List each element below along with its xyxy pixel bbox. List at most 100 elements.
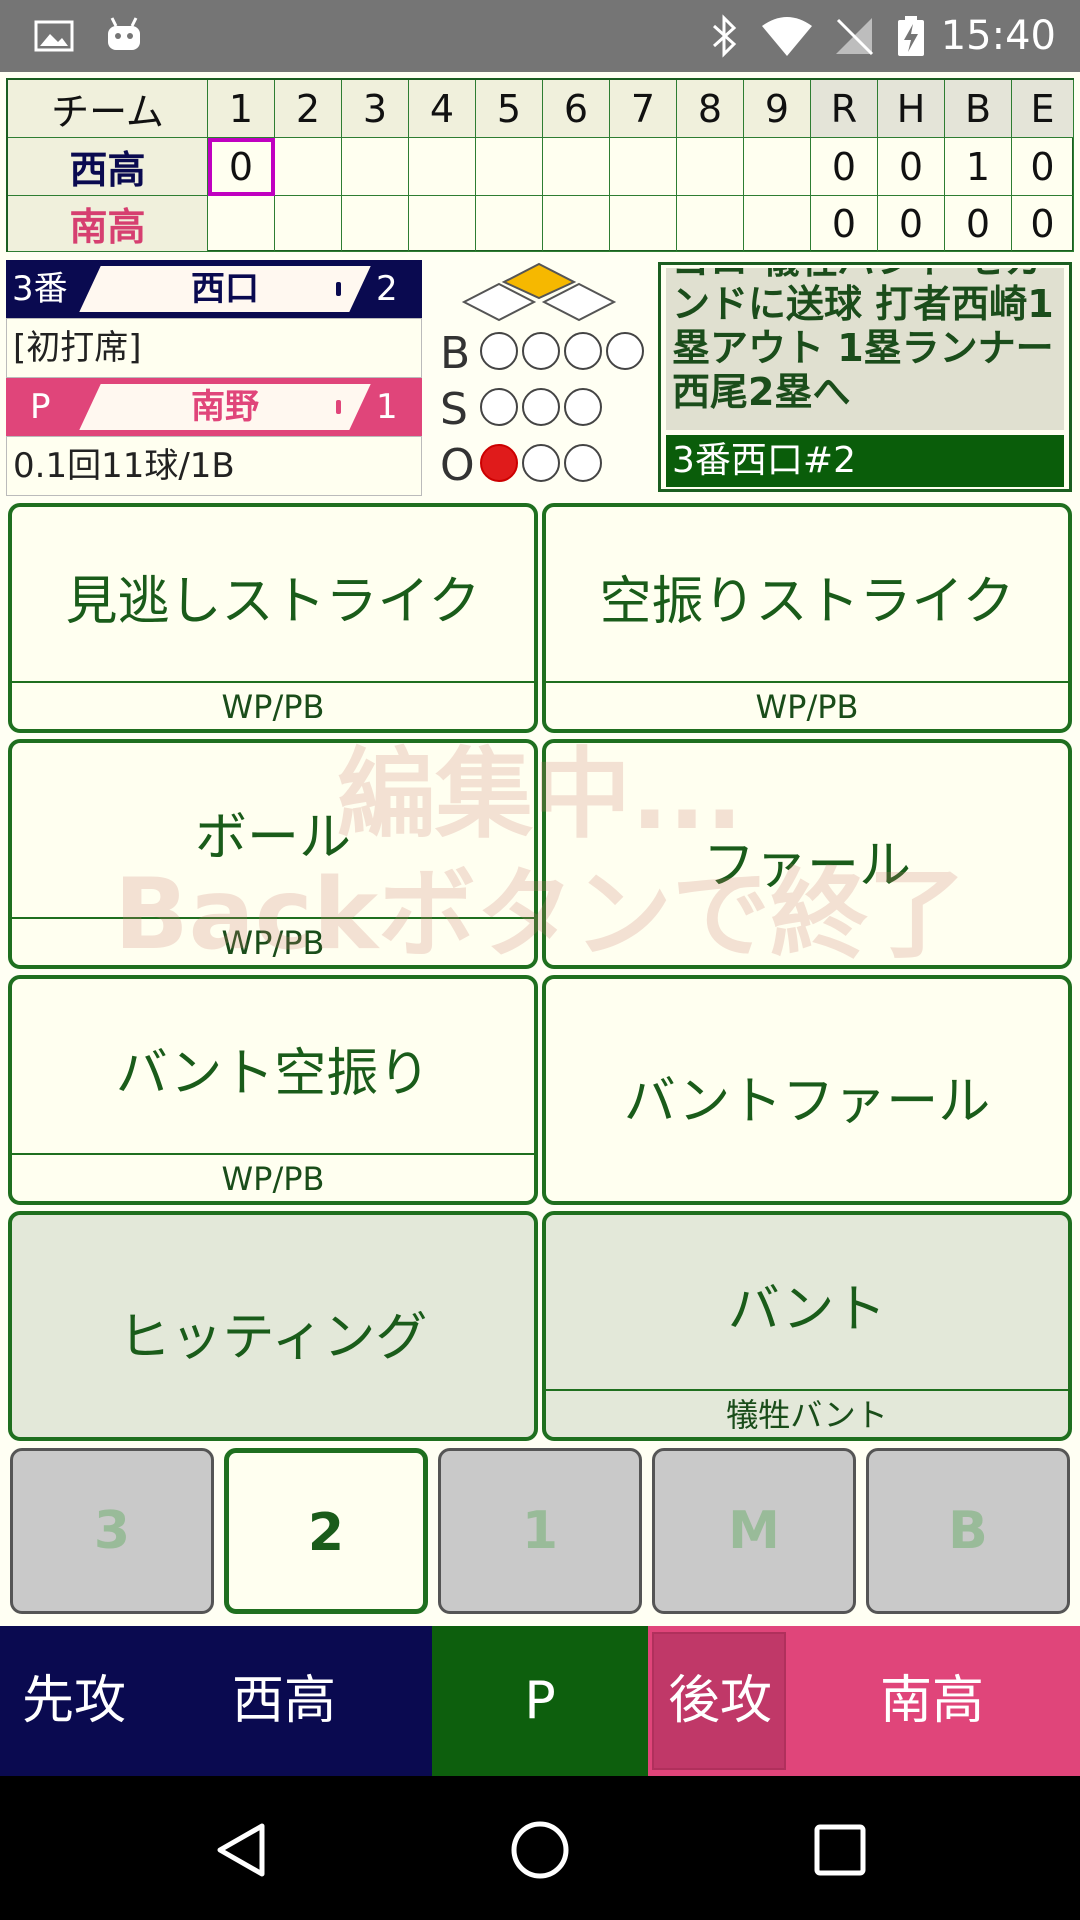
clock: 15:40 [940,13,1056,59]
order-tab-2[interactable]: 2 [224,1448,428,1614]
second-attack-label: 後攻 [668,1671,773,1731]
inning-score[interactable] [677,196,744,252]
ball-indicator[interactable] [522,332,560,370]
inning-score[interactable] [610,138,677,196]
total-score: 0 [878,196,945,252]
strike-indicator[interactable] [522,388,560,426]
ball-indicator[interactable] [564,332,602,370]
team-name: 西高 [8,138,208,196]
play-description: ゴロ 犠牲バント セカンドに送球 打者西崎1塁アウト 1塁ランナー西尾2塁へ [672,268,1054,414]
team-name: 南高 [8,196,208,252]
inning-score[interactable] [342,138,409,196]
batter-order: 3番 [12,269,68,309]
inning-score[interactable] [342,196,409,252]
inning-score[interactable] [677,138,744,196]
inning-score[interactable] [476,138,543,196]
total-header: B [945,80,1012,138]
pitcher-row[interactable]: P 南野 1 [6,378,422,436]
order-tab-1[interactable]: 1 [438,1448,642,1614]
order-tab-m[interactable]: M [652,1448,856,1614]
back-icon[interactable] [210,1820,270,1880]
inning-score[interactable] [744,196,811,252]
wp-pb-option[interactable]: WP/PB [12,1153,534,1201]
inning-score[interactable] [610,196,677,252]
bunt-foul-button[interactable]: バントファール [542,975,1072,1205]
called-strike-label: 見逃しストライク [65,572,481,632]
visitor-team-name: 西高 [232,1671,337,1731]
strike-indicator[interactable] [564,388,602,426]
bluetooth-icon [712,14,737,58]
foul-label: ファール [702,836,911,896]
current-batter-label: 3番西口#2 [666,435,1064,487]
order-tab-b[interactable]: B [866,1448,1070,1614]
inning-score[interactable] [476,196,543,252]
inning-score[interactable] [543,196,610,252]
order-tab-3[interactable]: 3 [10,1448,214,1614]
mode-button[interactable]: P [432,1626,648,1776]
count-panel: B S O [430,260,650,494]
play-log-panel[interactable]: ゴロ 犠牲バント セカンドに送球 打者西崎1塁アウト 1塁ランナー西尾2塁へ 3… [658,262,1072,492]
ball-indicator[interactable] [606,332,644,370]
wp-pb-option[interactable]: WP/PB [546,681,1068,729]
batter-row[interactable]: 3番 西口 2 [6,260,422,318]
sacrifice-bunt-option[interactable]: 犠牲バント [546,1389,1068,1437]
inning-header: 8 [677,80,744,138]
bunt-foul-label: バントファール [623,1072,991,1132]
hitting-button[interactable]: ヒッティング [8,1211,538,1441]
inning-score[interactable]: 0 [208,138,275,196]
team-header: チーム [8,80,208,138]
divider-mark [336,282,341,296]
batter-number: 2 [376,269,398,309]
out-indicator[interactable] [522,444,560,482]
inning-score[interactable] [543,138,610,196]
bases-diamond [461,262,617,322]
pitcher-position: P [30,387,51,427]
total-score: 0 [1012,138,1074,196]
inning-score[interactable] [744,138,811,196]
image-icon [34,20,74,52]
wp-pb-option[interactable]: WP/PB [12,681,534,729]
hitting-label: ヒッティング [118,1308,428,1368]
swinging-strike-button[interactable]: 空振りストライク WP/PB [542,503,1072,733]
inning-score[interactable] [275,138,342,196]
inning-score[interactable] [208,196,275,252]
batter-name: 西口 [191,269,259,309]
battery-charging-icon [898,16,924,56]
total-score: 0 [878,138,945,196]
inning-score[interactable] [409,138,476,196]
inning-header: 6 [543,80,610,138]
foul-button[interactable]: ファール [542,739,1072,969]
wp-pb-option[interactable]: WP/PB [12,917,534,965]
bunt-miss-label: バント空振り [115,1044,431,1104]
team-footer: 先攻 西高 P 後攻 南高 [0,1626,1080,1776]
outs-label: O [440,440,475,491]
inning-score[interactable] [409,196,476,252]
inning-header: 9 [744,80,811,138]
bunt-label: バント [727,1280,887,1340]
strike-indicator[interactable] [480,388,518,426]
ball-label: ボール [194,808,351,868]
inning-score[interactable] [275,196,342,252]
total-score: 0 [811,196,878,252]
recents-icon[interactable] [812,1822,868,1878]
batter-pitcher-panel: 3番 西口 2 [初打席] P 南野 1 0.1回11球/1B [6,260,422,496]
ball-button[interactable]: ボール WP/PB [8,739,538,969]
called-strike-button[interactable]: 見逃しストライク WP/PB [8,503,538,733]
home-team-bar[interactable]: 後攻 南高 [648,1626,1080,1776]
visitor-team-bar[interactable]: 先攻 西高 [0,1626,432,1776]
bunt-miss-button[interactable]: バント空振り WP/PB [8,975,538,1205]
out-indicator[interactable] [480,444,518,482]
bunt-button[interactable]: バント 犠牲バント [542,1211,1072,1441]
pitcher-name: 南野 [191,387,259,427]
pitcher-stats: 0.1回11球/1B [6,436,422,496]
out-indicator[interactable] [564,444,602,482]
ball-indicator[interactable] [480,332,518,370]
home-icon[interactable] [508,1818,572,1882]
balls-label: B [440,328,471,379]
android-icon [108,17,140,50]
total-header: H [878,80,945,138]
swinging-strike-label: 空振りストライク [599,572,1015,632]
total-header: E [1012,80,1074,138]
home-team-name: 南高 [880,1671,985,1731]
total-score: 0 [1012,196,1074,252]
